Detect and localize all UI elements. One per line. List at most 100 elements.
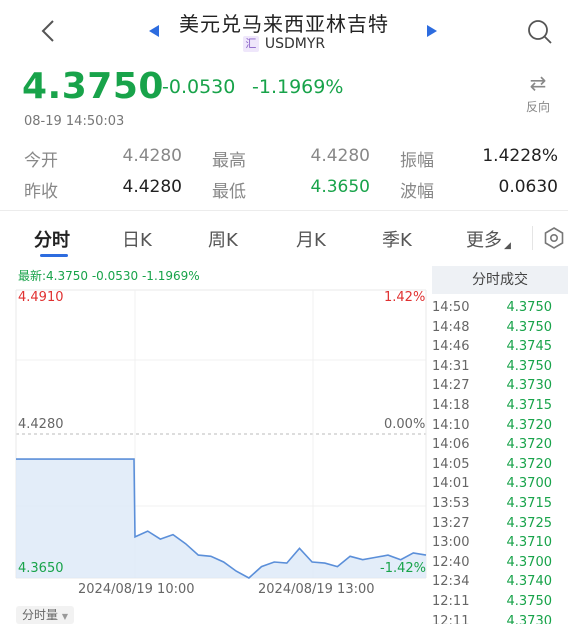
caret-down-icon: ▼ — [61, 612, 68, 621]
y-axis-mid-label: 4.4280 — [18, 417, 64, 432]
trade-row: 13:53 4.3715 — [432, 496, 568, 515]
trade-time: 14:31 — [432, 358, 470, 374]
trade-time: 12:11 — [432, 594, 470, 609]
search-icon[interactable] — [526, 18, 554, 46]
trade-row: 12:11 4.3750 — [432, 594, 568, 613]
trade-row: 13:27 4.3725 — [432, 516, 568, 535]
tab-daily-k[interactable]: 日K — [122, 226, 152, 252]
trade-row: 12:34 4.3740 — [432, 574, 568, 593]
trade-time: 14:46 — [432, 339, 470, 355]
trade-price: 4.3730 — [506, 613, 553, 624]
trade-time: 13:53 — [432, 496, 470, 511]
trade-row: 14:10 4.3720 — [432, 418, 568, 437]
high-value: 4.4280 — [310, 146, 370, 166]
trade-row: 14:18 4.3715 — [432, 398, 568, 417]
volume-indicator-label: 分时量 — [22, 608, 59, 622]
trade-price: 4.3720 — [506, 437, 553, 453]
trade-time: 14:50 — [432, 300, 470, 315]
swap-arrows-icon: ⇄ — [529, 71, 547, 95]
trade-time: 14:01 — [432, 476, 470, 492]
trade-row: 12:40 4.3700 — [432, 555, 568, 574]
low-value: 4.3650 — [310, 177, 370, 197]
page-title: 美元兑马来西亚林吉特 — [179, 12, 389, 36]
trade-row: 12:11 4.3730 — [432, 614, 568, 624]
trade-row: 14:01 4.3700 — [432, 476, 568, 495]
trade-price: 4.3745 — [506, 339, 553, 355]
prev-close-label: 昨收 — [24, 182, 58, 202]
tab-separator — [532, 226, 533, 250]
amplitude-label: 振幅 — [400, 151, 434, 171]
trade-price: 4.3715 — [506, 496, 553, 511]
prev-close-value: 4.4280 — [122, 177, 182, 197]
trade-price: 4.3710 — [506, 535, 553, 551]
trade-time: 14:18 — [432, 398, 470, 413]
volume-indicator-selector[interactable]: 分时量 ▼ — [16, 606, 74, 624]
trade-row: 13:00 4.3710 — [432, 535, 568, 554]
last-price: 4.3750 — [22, 66, 164, 107]
caret-down-icon: ◢ — [504, 241, 511, 251]
trade-row: 14:27 4.3730 — [432, 378, 568, 397]
trade-time: 12:40 — [432, 554, 470, 570]
trade-time: 14:48 — [432, 319, 470, 335]
next-symbol-arrow-icon[interactable] — [426, 24, 438, 38]
trades-panel-header: 分时成交 — [432, 266, 568, 294]
trade-row: 14:48 4.3750 — [432, 320, 568, 339]
trade-time: 13:00 — [432, 535, 470, 551]
trade-price: 4.3700 — [506, 476, 553, 492]
price-change: -0.0530 — [162, 76, 236, 98]
trade-price: 4.3750 — [506, 358, 553, 374]
symbol-line: 汇 USDMYR — [0, 36, 568, 52]
chart-settings-icon[interactable] — [542, 226, 566, 250]
trade-price: 4.3715 — [506, 398, 553, 413]
trade-price: 4.3750 — [506, 594, 553, 609]
trade-price: 4.3725 — [506, 515, 553, 531]
tab-monthly-k[interactable]: 月K — [296, 226, 326, 252]
trade-time: 14:10 — [432, 417, 470, 433]
trade-price: 4.3700 — [506, 554, 553, 570]
open-value: 4.4280 — [122, 146, 182, 166]
pct-axis-top-label: 1.42% — [384, 290, 426, 305]
tab-quarterly-k[interactable]: 季K — [382, 226, 412, 252]
tab-intraday[interactable]: 分时 — [34, 226, 70, 252]
amplitude-value: 1.4228% — [482, 146, 558, 166]
trade-price: 4.3740 — [506, 574, 553, 590]
trade-row: 14:31 4.3750 — [432, 359, 568, 378]
spread-label: 波幅 — [400, 182, 434, 202]
trade-price: 4.3730 — [506, 378, 553, 394]
symbol-code: USDMYR — [264, 36, 326, 52]
trade-price: 4.3750 — [506, 319, 553, 335]
top-navbar: 美元兑马来西亚林吉特 汇 USDMYR — [0, 0, 568, 62]
section-divider — [0, 210, 568, 211]
trade-row: 14:46 4.3745 — [432, 339, 568, 358]
tab-more[interactable]: 更多 ◢ — [466, 226, 511, 252]
price-change-percent: -1.1969% — [252, 76, 344, 98]
pct-axis-mid-label: 0.00% — [384, 417, 426, 432]
trade-time: 13:27 — [432, 515, 470, 531]
open-label: 今开 — [24, 151, 58, 171]
trade-price: 4.3750 — [506, 300, 553, 315]
trade-time: 14:05 — [432, 456, 470, 472]
trade-price: 4.3720 — [506, 417, 553, 433]
trade-time: 14:27 — [432, 378, 470, 394]
trade-row: 14:06 4.3720 — [432, 437, 568, 456]
trade-row: 14:50 4.3750 — [432, 300, 568, 319]
forex-badge: 汇 — [242, 36, 259, 52]
pct-axis-bottom-label: -1.42% — [380, 561, 426, 576]
trade-time: 12:11 — [432, 613, 470, 624]
y-axis-bottom-label: 4.3650 — [18, 561, 64, 576]
trade-row: 14:05 4.3720 — [432, 457, 568, 476]
x-axis-label-right: 2024/08/19 13:00 — [258, 582, 375, 597]
reverse-label: 反向 — [525, 100, 550, 114]
high-label: 最高 — [212, 151, 246, 171]
active-tab-indicator — [40, 254, 68, 257]
intraday-chart[interactable] — [0, 286, 430, 580]
trade-price: 4.3720 — [506, 456, 553, 472]
spread-value: 0.0630 — [498, 177, 558, 197]
reverse-pair-button[interactable]: ⇄ 反向 — [520, 72, 556, 115]
latest-info-line: 最新:4.3750 -0.0530 -1.1969% — [18, 269, 200, 283]
y-axis-top-label: 4.4910 — [18, 290, 64, 305]
tab-weekly-k[interactable]: 周K — [208, 226, 238, 252]
quote-timestamp: 08-19 14:50:03 — [24, 114, 125, 129]
x-axis-label-left: 2024/08/19 10:00 — [78, 582, 195, 597]
trade-time: 14:06 — [432, 437, 470, 453]
